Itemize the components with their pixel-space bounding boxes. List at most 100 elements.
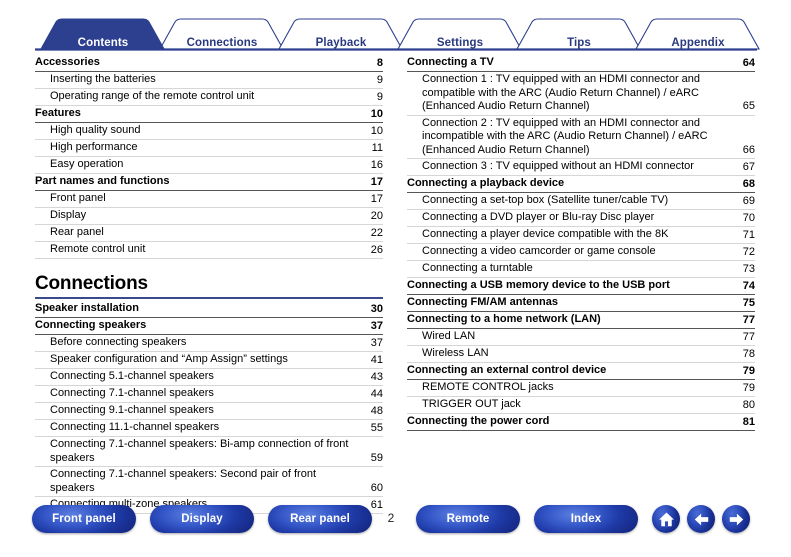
toc-row[interactable]: Connecting 7.1-channel speakers: Second … bbox=[35, 467, 383, 497]
page-number: 2 bbox=[387, 511, 395, 525]
toc-title: Connecting speakers bbox=[35, 319, 147, 331]
toc-title: TRIGGER OUT jack bbox=[422, 398, 521, 410]
toc-row[interactable]: Accessories 8 bbox=[35, 55, 383, 72]
toc-row[interactable]: Before connecting speakers 37 bbox=[35, 335, 383, 352]
toc-page: 22 bbox=[370, 226, 383, 239]
toc-list-contents: Accessories 8 Inserting the batteries 9 Op… bbox=[35, 55, 383, 259]
toc-page: 77 bbox=[742, 330, 755, 343]
display-button[interactable]: Display bbox=[150, 505, 254, 533]
toc-row[interactable]: Connecting 7.1-channel speakers: Bi-amp … bbox=[35, 437, 383, 467]
toc-title: Part names and functions bbox=[35, 175, 170, 187]
toc-row[interactable]: Connecting a playback device 68 bbox=[407, 176, 755, 193]
toc-row[interactable]: High quality sound 10 bbox=[35, 123, 383, 140]
toc-title: Operating range of the remote control un… bbox=[50, 90, 255, 102]
tab-settings[interactable]: Settings bbox=[398, 37, 522, 49]
toc-row[interactable]: Connecting 9.1-channel speakers 48 bbox=[35, 403, 383, 420]
toc-column-right: Connecting a TV 64 Connection 1 : TV equi… bbox=[407, 55, 755, 431]
tab-bar: Contents Connections Playback Settings T… bbox=[0, 12, 791, 52]
toc-page: 8 bbox=[376, 56, 383, 69]
toc-row[interactable]: REMOTE CONTROL jacks 79 bbox=[407, 380, 755, 397]
tab-connections[interactable]: Connections bbox=[160, 37, 284, 49]
toc-row[interactable]: Remote control unit 26 bbox=[35, 242, 383, 259]
toc-title: High performance bbox=[50, 141, 138, 153]
toc-row[interactable]: Connecting an external control device 79 bbox=[407, 363, 755, 380]
toc-row[interactable]: Connecting 7.1-channel speakers 44 bbox=[35, 386, 383, 403]
tab-contents[interactable]: Contents bbox=[41, 37, 165, 49]
toc-row[interactable]: Connecting a USB memory device to the US… bbox=[407, 278, 755, 295]
toc-title: Before connecting speakers bbox=[50, 336, 187, 348]
toc-page: 10 bbox=[370, 107, 383, 120]
toc-row[interactable]: Connecting FM/AM antennas 75 bbox=[407, 295, 755, 312]
toc-row[interactable]: Part names and functions 17 bbox=[35, 174, 383, 191]
toc-row[interactable]: Features 10 bbox=[35, 106, 383, 123]
section-heading-connections: Connections bbox=[35, 273, 383, 299]
toc-row[interactable]: Rear panel 22 bbox=[35, 225, 383, 242]
toc-page: 68 bbox=[742, 177, 755, 190]
rear-panel-button[interactable]: Rear panel bbox=[268, 505, 372, 533]
toc-page: 55 bbox=[370, 421, 383, 434]
toc-page: 37 bbox=[370, 319, 383, 332]
toc-row[interactable]: Connecting 11.1-channel speakers 55 bbox=[35, 420, 383, 437]
toc-row[interactable]: Display 20 bbox=[35, 208, 383, 225]
toc-title: Display bbox=[50, 209, 87, 221]
footer-navigation-bar: Front panel Display Rear panel 2 Remote … bbox=[0, 505, 791, 557]
toc-title: Connection 1 : TV equipped with an HDMI … bbox=[422, 73, 701, 112]
toc-row[interactable]: Connecting the power cord 81 bbox=[407, 414, 755, 431]
toc-row[interactable]: Connecting a TV 64 bbox=[407, 55, 755, 72]
toc-page: 59 bbox=[370, 451, 383, 464]
toc-page: 69 bbox=[742, 194, 755, 207]
toc-page: 67 bbox=[742, 160, 755, 173]
toc-title: Connecting a TV bbox=[407, 56, 494, 68]
toc-title: Accessories bbox=[35, 56, 100, 68]
index-button[interactable]: Index bbox=[534, 505, 638, 533]
tab-tips[interactable]: Tips bbox=[517, 37, 641, 49]
home-icon[interactable] bbox=[652, 505, 680, 533]
toc-page: 60 bbox=[370, 481, 383, 494]
toc-row[interactable]: Connecting a turntable 73 bbox=[407, 261, 755, 278]
toc-row[interactable]: Inserting the batteries 9 bbox=[35, 72, 383, 89]
toc-row[interactable]: Connection 2 : TV equipped with an HDMI … bbox=[407, 116, 755, 159]
toc-title: REMOTE CONTROL jacks bbox=[422, 381, 554, 393]
toc-title: Inserting the batteries bbox=[50, 73, 156, 85]
toc-page: 37 bbox=[370, 336, 383, 349]
toc-title: Remote control unit bbox=[50, 243, 146, 255]
toc-row[interactable]: Speaker configuration and “Amp Assign” s… bbox=[35, 352, 383, 369]
toc-row[interactable]: Wired LAN 77 bbox=[407, 329, 755, 346]
toc-title: Connecting 7.1-channel speakers: Bi-amp … bbox=[50, 438, 349, 464]
toc-title: Connecting a playback device bbox=[407, 177, 565, 189]
toc-row[interactable]: Speaker installation 30 bbox=[35, 301, 383, 318]
toc-page: 79 bbox=[742, 381, 755, 394]
toc-row[interactable]: Connecting a video camcorder or game con… bbox=[407, 244, 755, 261]
toc-row[interactable]: High performance 11 bbox=[35, 140, 383, 157]
toc-row[interactable]: Connecting 5.1-channel speakers 43 bbox=[35, 369, 383, 386]
toc-row[interactable]: Operating range of the remote control un… bbox=[35, 89, 383, 106]
toc-page: 70 bbox=[742, 211, 755, 224]
toc-row[interactable]: TRIGGER OUT jack 80 bbox=[407, 397, 755, 414]
toc-row[interactable]: Connection 1 : TV equipped with an HDMI … bbox=[407, 72, 755, 116]
toc-page: 10 bbox=[370, 124, 383, 137]
toc-page: 30 bbox=[370, 302, 383, 315]
toc-row[interactable]: Connecting speakers 37 bbox=[35, 318, 383, 335]
toc-row[interactable]: Easy operation 16 bbox=[35, 157, 383, 174]
toc-page: 11 bbox=[371, 141, 383, 154]
toc-row[interactable]: Wireless LAN 78 bbox=[407, 346, 755, 363]
arrow-right-icon[interactable] bbox=[722, 505, 750, 533]
toc-page: 43 bbox=[370, 370, 383, 383]
remote-button[interactable]: Remote bbox=[416, 505, 520, 533]
tab-appendix[interactable]: Appendix bbox=[636, 37, 760, 49]
toc-row[interactable]: Connecting to a home network (LAN) 77 bbox=[407, 312, 755, 329]
front-panel-button[interactable]: Front panel bbox=[32, 505, 136, 533]
toc-page: 79 bbox=[742, 364, 755, 377]
tab-playback[interactable]: Playback bbox=[279, 37, 403, 49]
toc-row[interactable]: Connection 3 : TV equipped without an HD… bbox=[407, 159, 755, 176]
toc-row[interactable]: Connecting a DVD player or Blu-ray Disc … bbox=[407, 210, 755, 227]
toc-title: Wireless LAN bbox=[422, 347, 489, 359]
toc-title: Connecting 9.1-channel speakers bbox=[50, 404, 214, 416]
toc-page: 16 bbox=[370, 158, 383, 171]
toc-row[interactable]: Connecting a player device compatible wi… bbox=[407, 227, 755, 244]
toc-row[interactable]: Front panel 17 bbox=[35, 191, 383, 208]
arrow-left-icon[interactable] bbox=[687, 505, 715, 533]
toc-title: Connecting an external control device bbox=[407, 364, 607, 376]
toc-title: Connecting a set-top box (Satellite tune… bbox=[422, 194, 669, 206]
toc-row[interactable]: Connecting a set-top box (Satellite tune… bbox=[407, 193, 755, 210]
